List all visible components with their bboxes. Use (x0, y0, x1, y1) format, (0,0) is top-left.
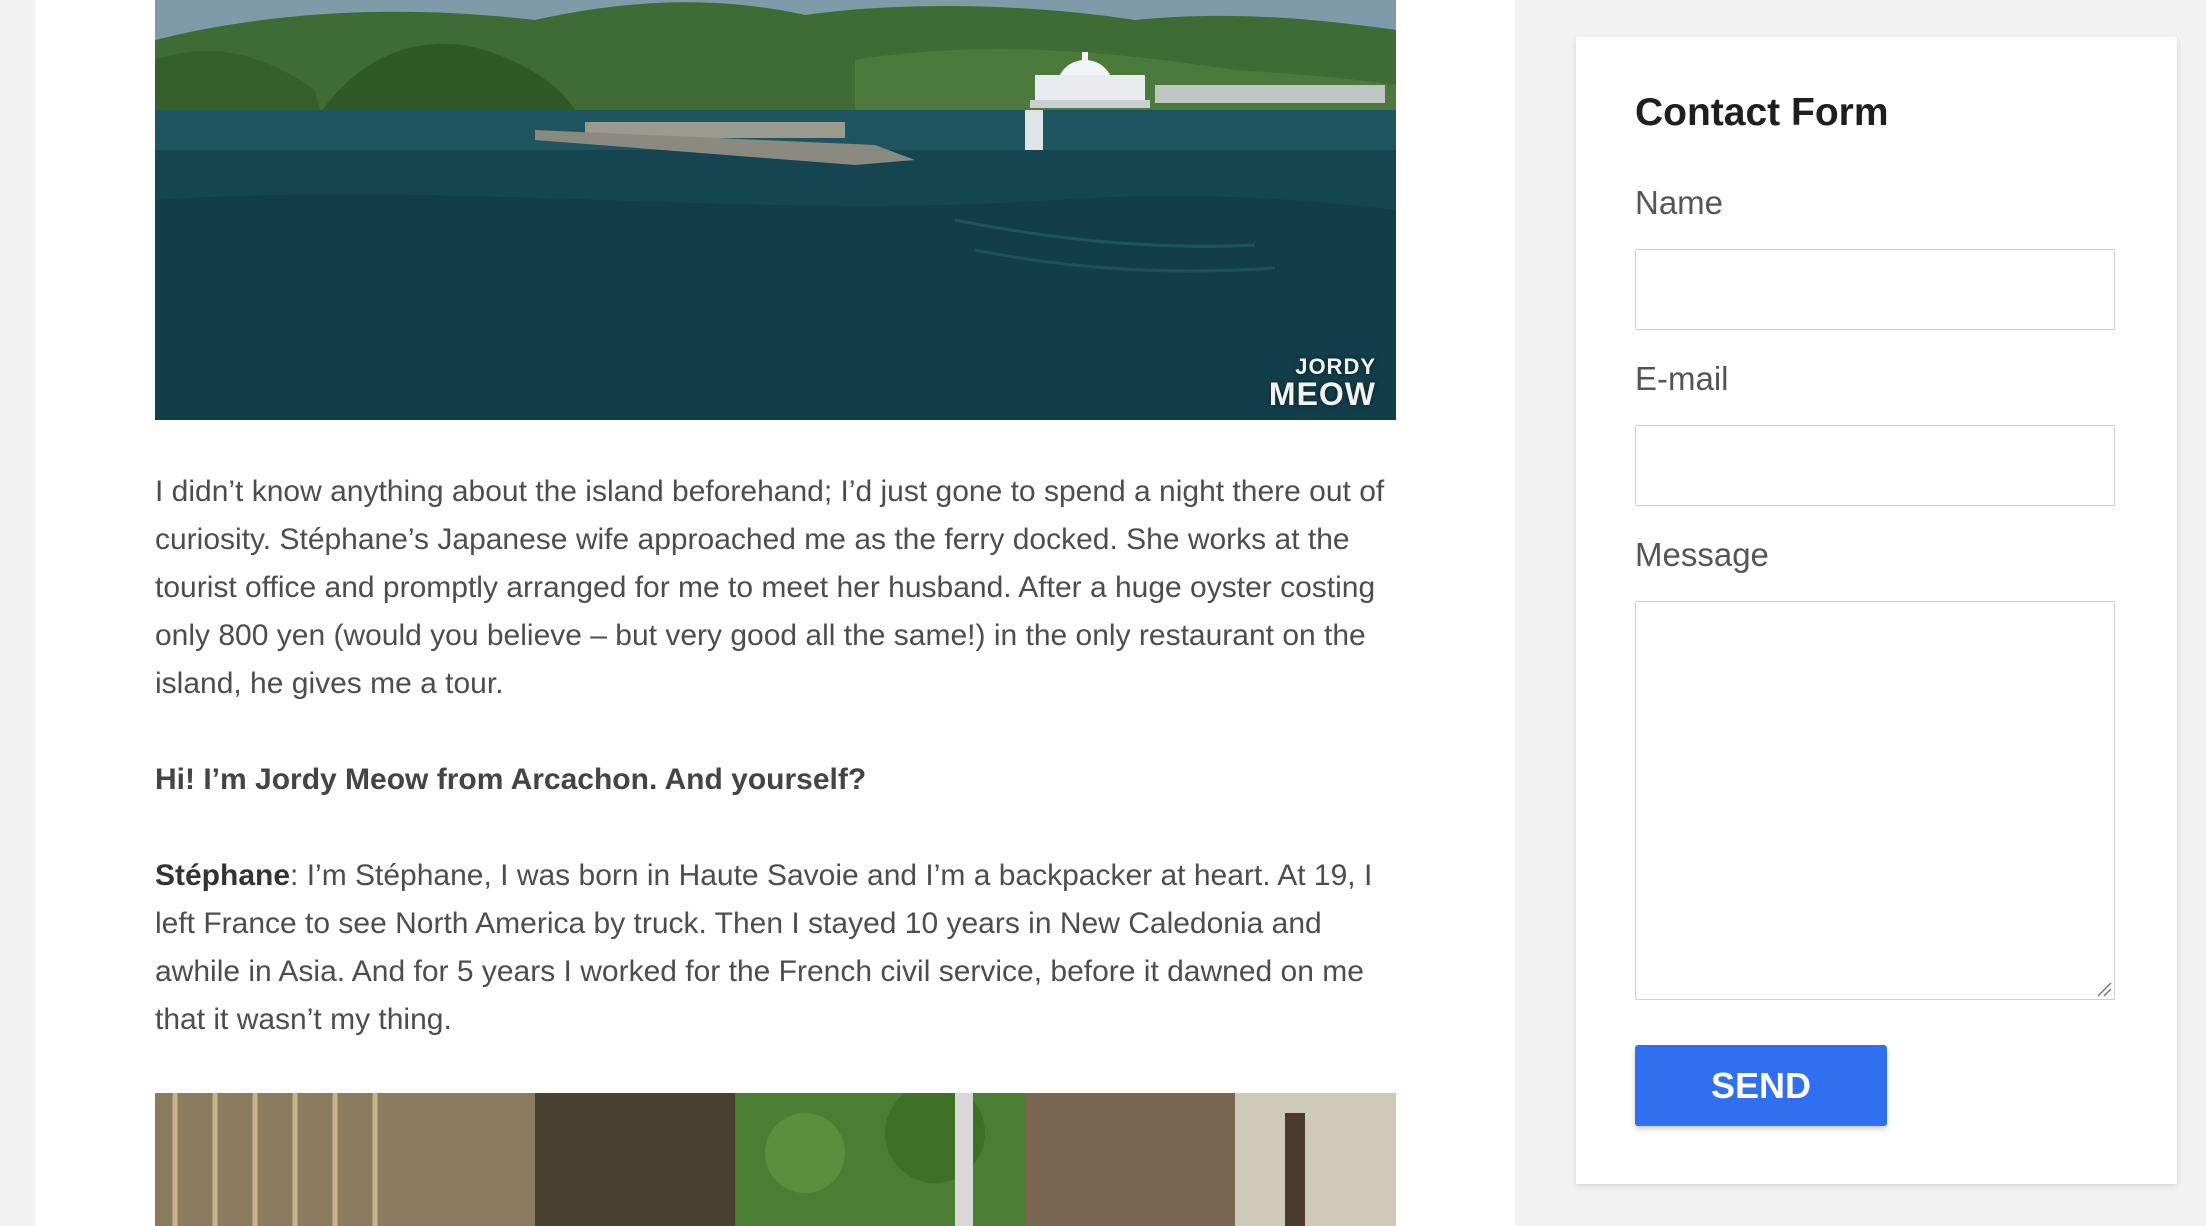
name-label: Name (1635, 184, 1724, 221)
article-photo-street (155, 1093, 1396, 1226)
send-button[interactable]: SEND (1635, 1045, 1887, 1126)
harbor-photo-illustration (155, 0, 1396, 420)
article-paragraph-intro: I didn’t know anything about the island … (155, 475, 1385, 700)
email-label: E-mail (1635, 360, 1729, 397)
contact-form-widget: Contact Form Name E-mail Message SEND (1576, 37, 2177, 1184)
answer-text: : I’m Stéphane, I was born in Haute Savo… (155, 859, 1373, 1036)
message-field[interactable] (1635, 601, 2115, 1000)
message-label: Message (1635, 536, 1769, 573)
watermark-line1: JORDY (1295, 354, 1376, 379)
article-photo-harbor: JORDY MEOW (155, 0, 1396, 420)
answer-speaker: Stéphane (155, 859, 291, 892)
watermark-line2: MEOW (1268, 376, 1376, 412)
photo-watermark: JORDY MEOW (1268, 354, 1376, 412)
email-field[interactable] (1635, 425, 2115, 506)
contact-form-title: Contact Form (1635, 91, 1889, 134)
resize-grip-icon[interactable] (2096, 981, 2112, 997)
name-field[interactable] (1635, 249, 2115, 330)
interview-question: Hi! I’m Jordy Meow from Arcachon. And yo… (155, 763, 867, 796)
interview-answer: Stéphane: I’m Stéphane, I was born in Ha… (155, 852, 1395, 1044)
street-photo-illustration (155, 1093, 1396, 1226)
